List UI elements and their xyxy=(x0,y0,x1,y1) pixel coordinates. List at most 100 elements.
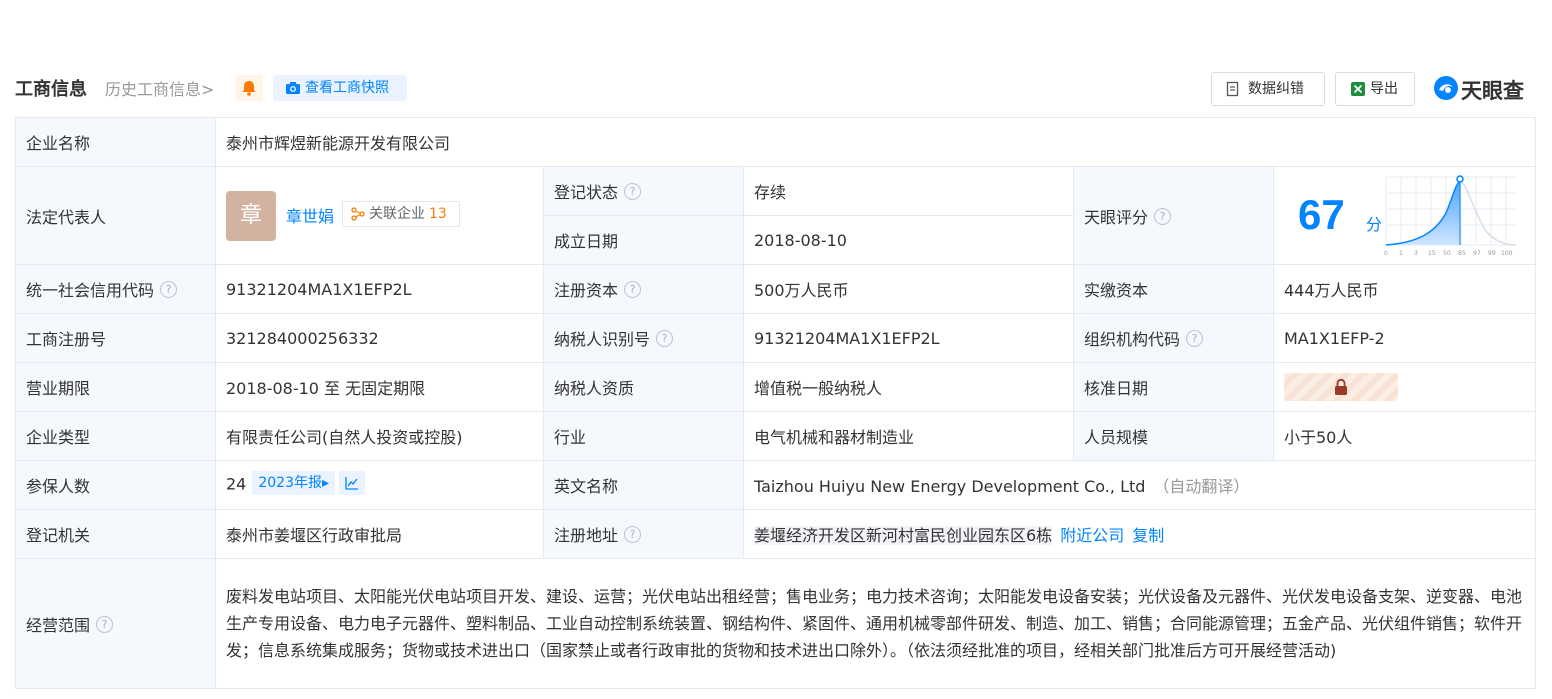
logo-eye-icon xyxy=(1434,76,1458,100)
help-icon[interactable]: ? xyxy=(96,615,114,633)
help-icon[interactable]: ? xyxy=(624,281,642,298)
address-label-cell: 注册地址? xyxy=(543,509,744,559)
brand-name: 天眼查 xyxy=(1461,79,1524,103)
locked-value[interactable] xyxy=(1284,373,1398,401)
table-row: 法定代表人 章 章世娟 关联企业13 登记状态? 存续 天眼评分? 67 分 xyxy=(15,166,1537,265)
insured-value: 24 xyxy=(226,474,247,494)
english-name-value: Taizhou Huiyu New Energy Development Co.… xyxy=(754,477,1146,496)
excel-icon xyxy=(1351,82,1365,96)
edit-doc-icon xyxy=(1226,81,1239,97)
legal-rep-cell: 章 章世娟 关联企业 13 xyxy=(215,166,544,265)
table-row: 参保人数 24 2023年报▸ 英文名称 Taizhou Huiyu New En… xyxy=(15,460,1537,510)
taxpayer-type-label: 纳税人资质 xyxy=(543,362,744,412)
help-icon[interactable]: ? xyxy=(624,526,642,543)
insured-label: 参保人数 xyxy=(15,460,216,510)
table-row: 企业名称 泰州市辉煜新能源开发有限公司 xyxy=(15,117,1537,167)
trend-chart-button[interactable] xyxy=(339,471,366,495)
score-unit: 分 xyxy=(1366,215,1383,234)
table-row: 企业类型 有限责任公司(自然人投资或控股) 行业 电气机械和器材制造业 人员规模… xyxy=(15,411,1537,461)
term-value: 2018-08-10 至 无固定期限 xyxy=(215,362,544,412)
founded-value: 2018-08-10 xyxy=(743,215,1074,265)
table-row: 工商注册号 321284000256332 纳税人识别号? 91321204MA… xyxy=(15,313,1537,363)
export-label: 导出 xyxy=(1370,81,1398,97)
axis-tick: 1 xyxy=(1399,250,1403,257)
monitor-button[interactable] xyxy=(235,75,263,101)
industry-value: 电气机械和器材制造业 xyxy=(743,411,1074,461)
approve-date-cell xyxy=(1272,362,1537,412)
bell-icon xyxy=(242,81,256,96)
export-button[interactable]: 导出 xyxy=(1335,72,1415,106)
taxpayer-id-label-cell: 纳税人识别号? xyxy=(543,313,744,363)
camera-icon xyxy=(286,82,300,94)
data-fix-button[interactable]: 数据纠错 xyxy=(1211,72,1325,106)
founded-label: 成立日期 xyxy=(543,215,744,265)
related-count: 13 xyxy=(429,206,447,222)
help-icon[interactable]: ? xyxy=(1154,207,1172,225)
address-cell: 姜堰经济开发区新河村富民创业园东区6栋 附近公司 复制 xyxy=(742,509,1537,559)
business-info-table: 企业名称 泰州市辉煜新能源开发有限公司 法定代表人 章 章世娟 关联企业 13 登… xyxy=(15,117,1537,689)
authority-label: 登记机关 xyxy=(15,509,216,559)
score-label-cell: 天眼评分? xyxy=(1073,166,1274,265)
score-cell[interactable]: 67 分 0 1 3 15 50 85 97 99 100 xyxy=(1272,166,1537,265)
copy-address-link[interactable]: 复制 xyxy=(1132,526,1164,545)
avatar[interactable]: 章 xyxy=(226,191,276,241)
data-fix-label: 数据纠错 xyxy=(1248,81,1304,97)
reg-no-value: 321284000256332 xyxy=(215,313,544,363)
paid-capital-value: 444万人民币 xyxy=(1272,264,1537,314)
axis-tick: 99 xyxy=(1488,250,1496,257)
legal-rep-name[interactable]: 章世娟 xyxy=(286,203,334,227)
reg-capital-label: 注册资本 xyxy=(554,281,619,300)
org-code-value: MA1X1EFP-2 xyxy=(1272,313,1537,363)
auto-translate-note: （自动翻译） xyxy=(1153,477,1250,496)
axis-tick: 15 xyxy=(1428,250,1436,257)
axis-tick: 3 xyxy=(1414,250,1418,257)
reg-capital-label-cell: 注册资本? xyxy=(543,264,744,314)
reg-status-value: 存续 xyxy=(743,166,1074,216)
authority-value: 泰州市姜堰区行政审批局 xyxy=(215,509,544,559)
reg-no-label: 工商注册号 xyxy=(15,313,216,363)
snapshot-button[interactable]: 查看工商快照 xyxy=(273,75,407,101)
reg-status-label-cell: 登记状态? xyxy=(543,166,744,216)
table-row: 登记机关 泰州市姜堰区行政审批局 注册地址? 姜堰经济开发区新河村富民创业园东区… xyxy=(15,509,1537,559)
help-icon[interactable]: ? xyxy=(656,330,674,347)
reg-status-label: 登记状态 xyxy=(554,183,619,202)
annual-report-button[interactable]: 2023年报▸ xyxy=(252,471,336,495)
term-label: 营业期限 xyxy=(15,362,216,412)
english-name-label: 英文名称 xyxy=(543,460,744,510)
paid-capital-label: 实缴资本 xyxy=(1073,264,1274,314)
score-label: 天眼评分 xyxy=(1084,207,1149,227)
credit-code-label-cell: 统一社会信用代码? xyxy=(15,264,216,314)
industry-label: 行业 xyxy=(543,411,744,461)
history-label: 历史工商信息 xyxy=(105,80,202,99)
related-companies-button[interactable]: 关联企业 13 xyxy=(342,201,460,227)
snapshot-label: 查看工商快照 xyxy=(305,80,389,96)
org-code-label-cell: 组织机构代码? xyxy=(1073,313,1274,363)
score-distribution-chart: 0 1 3 15 50 85 97 99 100 xyxy=(1384,175,1517,257)
company-type-value: 有限责任公司(自然人投资或控股) xyxy=(215,411,544,461)
help-icon[interactable]: ? xyxy=(624,183,642,200)
chevron-right-icon: > xyxy=(201,80,215,99)
nearby-companies-link[interactable]: 附近公司 xyxy=(1060,526,1124,545)
help-icon[interactable]: ? xyxy=(1186,330,1204,347)
reg-capital-value: 500万人民币 xyxy=(743,264,1074,314)
company-type-label: 企业类型 xyxy=(15,411,216,461)
tianyancha-logo: 天眼查 xyxy=(1433,74,1537,103)
related-label: 关联企业 xyxy=(369,206,425,222)
legal-rep-label: 法定代表人 xyxy=(15,166,216,265)
credit-code-label: 统一社会信用代码 xyxy=(26,281,155,300)
insured-cell: 24 2023年报▸ xyxy=(215,460,544,510)
scope-value: 废料发电站项目、太阳能光伏电站项目开发、建设、运营；光伏电站出租经营；售电业务；… xyxy=(214,558,1537,689)
help-icon[interactable]: ? xyxy=(160,281,178,298)
axis-tick: 85 xyxy=(1458,250,1466,257)
org-code-label: 组织机构代码 xyxy=(1084,330,1181,349)
axis-tick: 50 xyxy=(1443,250,1451,257)
credit-code-value: 91321204MA1X1EFP2L xyxy=(215,264,544,314)
scope-label-cell: 经营范围? xyxy=(15,558,216,689)
table-row: 营业期限 2018-08-10 至 无固定期限 纳税人资质 增值税一般纳税人 核… xyxy=(15,362,1537,412)
history-link[interactable]: 历史工商信息> xyxy=(105,76,214,100)
approve-date-label: 核准日期 xyxy=(1073,362,1274,412)
table-row: 经营范围? 废料发电站项目、太阳能光伏电站项目开发、建设、运营；光伏电站出租经营… xyxy=(15,558,1537,689)
line-chart-icon xyxy=(345,477,359,490)
axis-tick: 100 xyxy=(1501,250,1513,257)
taxpayer-id-value: 91321204MA1X1EFP2L xyxy=(743,313,1074,363)
